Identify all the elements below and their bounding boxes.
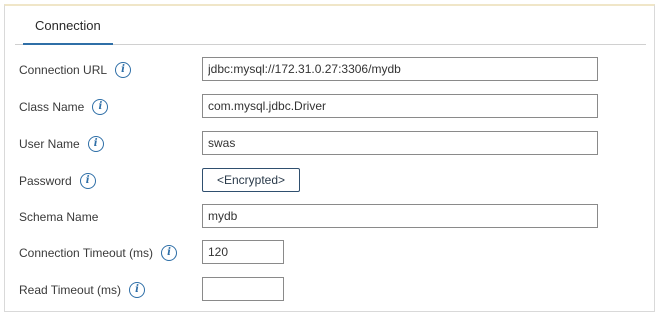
password-row: Password i <Encrypted> (19, 167, 649, 195)
info-icon[interactable]: i (115, 62, 132, 78)
connection-url-label: Connection URL (19, 63, 108, 77)
connection-url-input[interactable] (202, 57, 598, 81)
connection-url-label-group: Connection URL i (19, 56, 132, 84)
schema-name-label: Schema Name (19, 210, 99, 224)
connection-timeout-row: Connection Timeout (ms) i (19, 239, 649, 267)
class-name-row: Class Name i (19, 93, 649, 121)
password-label: Password (19, 174, 72, 188)
user-name-label: User Name (19, 137, 80, 151)
read-timeout-label: Read Timeout (ms) (19, 283, 122, 297)
schema-name-input[interactable] (202, 204, 598, 228)
schema-name-label-group: Schema Name (19, 203, 98, 231)
connection-url-row: Connection URL i (19, 56, 649, 84)
connection-timeout-label: Connection Timeout (ms) (19, 246, 154, 260)
connection-panel: Connection Connection URL i Class Name i… (4, 4, 655, 312)
read-timeout-row: Read Timeout (ms) i (19, 276, 649, 304)
info-icon[interactable]: i (92, 99, 109, 115)
connection-timeout-input[interactable] (202, 240, 284, 264)
info-icon[interactable]: i (79, 173, 96, 189)
class-name-label: Class Name (19, 100, 85, 114)
info-icon[interactable]: i (87, 136, 104, 152)
password-encrypted-button[interactable]: <Encrypted> (202, 168, 300, 192)
read-timeout-input[interactable] (202, 277, 284, 301)
user-name-row: User Name i (19, 130, 649, 158)
user-name-input[interactable] (202, 131, 598, 155)
tab-bar: Connection (15, 12, 646, 45)
user-name-label-group: User Name i (19, 130, 104, 158)
tab-connection[interactable]: Connection (23, 12, 113, 45)
schema-name-row: Schema Name (19, 203, 649, 231)
class-name-label-group: Class Name i (19, 93, 109, 121)
info-icon[interactable]: i (161, 245, 178, 261)
password-label-group: Password i (19, 167, 96, 195)
info-icon[interactable]: i (129, 282, 146, 298)
read-timeout-label-group: Read Timeout (ms) i (19, 276, 146, 304)
class-name-input[interactable] (202, 94, 598, 118)
connection-timeout-label-group: Connection Timeout (ms) i (19, 239, 178, 267)
